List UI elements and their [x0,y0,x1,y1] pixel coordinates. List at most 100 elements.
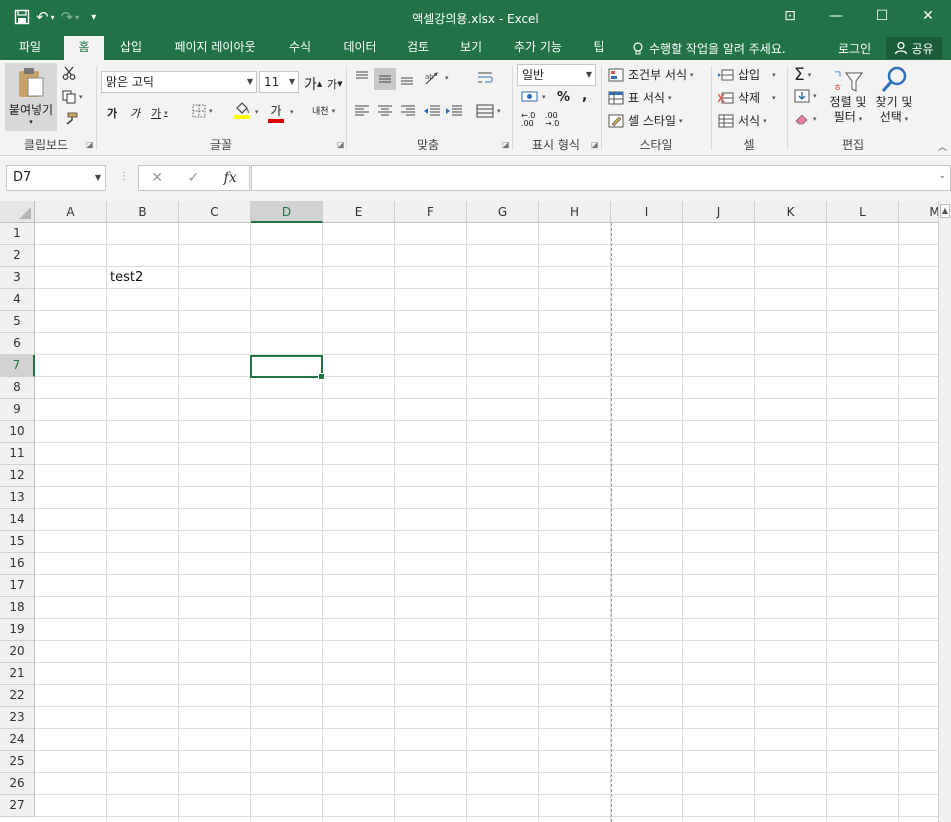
column-header-e[interactable]: E [323,201,395,223]
row-header-14[interactable]: 14 [0,509,35,531]
share-button[interactable]: 공유 [886,37,942,59]
row-header-24[interactable]: 24 [0,729,35,751]
tab-review[interactable]: 검토 [398,36,438,60]
number-format-combo[interactable]: 일반 ▼ [517,64,596,86]
fill-color-dropdown-icon[interactable]: ▾ [252,108,259,116]
confirm-entry-icon[interactable]: ✓ [187,170,199,186]
align-bottom-button[interactable] [399,70,415,86]
cell-styles-button[interactable]: 셀 스타일 ▾ [608,112,683,129]
row-header-5[interactable]: 5 [0,311,35,333]
row-header-7[interactable]: 7 [0,355,35,377]
insert-cells-button[interactable]: 삽입 ▾ [718,66,776,83]
row-header-26[interactable]: 26 [0,773,35,795]
formula-input[interactable]: ⌄ [251,165,951,191]
insert-function-icon[interactable]: fx [224,170,237,186]
cut-button[interactable] [62,66,76,80]
scroll-up-icon[interactable]: ▲ [940,204,950,218]
row-header-19[interactable]: 19 [0,619,35,641]
align-top-button[interactable] [354,70,370,86]
column-header-j[interactable]: J [683,201,755,223]
column-header-c[interactable]: C [179,201,251,223]
tab-tips[interactable]: 팁 [584,36,614,60]
align-middle-button[interactable] [374,68,396,90]
select-all-button[interactable] [0,201,35,223]
borders-button[interactable]: ▾ [192,104,213,118]
align-left-button[interactable] [354,104,370,118]
tab-data[interactable]: 데이터 [334,36,386,60]
copy-button[interactable]: ▾ [62,90,83,104]
column-header-h[interactable]: H [539,201,611,223]
active-cell-selection[interactable] [250,355,325,380]
expand-formula-bar-icon[interactable]: ⌄ [938,171,946,181]
row-header-10[interactable]: 10 [0,421,35,443]
row-header-6[interactable]: 6 [0,333,35,355]
column-header-l[interactable]: L [827,201,899,223]
fill-color-button[interactable] [234,102,250,119]
column-header-d[interactable]: D [251,201,323,223]
number-launcher-icon[interactable]: ◪ [591,140,599,149]
row-header-8[interactable]: 8 [0,377,35,399]
merge-center-button[interactable]: ▾ [476,104,501,118]
copy-dropdown-icon[interactable]: ▾ [79,93,83,101]
phonetic-dropdown-icon[interactable]: ▾ [332,107,336,115]
font-color-button[interactable]: 가 [268,102,284,123]
row-header-18[interactable]: 18 [0,597,35,619]
row-header-2[interactable]: 2 [0,245,35,267]
tab-insert[interactable]: 삽입 [110,36,152,60]
wrap-text-button[interactable] [476,70,494,86]
fill-button[interactable]: ▾ [794,89,817,103]
font-name-combo[interactable]: 맑은 고딕 ▼ [101,71,257,93]
find-select-button[interactable]: 찾기 및 선택 ▾ [872,65,916,126]
tab-add-ins[interactable]: 추가 기능 [504,36,572,60]
worksheet-grid[interactable]: ABCDEFGHIJKLM 1 2 3 4 5 6 7 8 9 10 11 12 13 14 15 16 17 1… [0,201,951,822]
column-header-b[interactable]: B [107,201,179,223]
clipboard-launcher-icon[interactable]: ◪ [86,140,94,149]
percent-style-button[interactable]: % [557,90,570,105]
row-header-20[interactable]: 20 [0,641,35,663]
phonetic-button[interactable]: 내천 ▾ [312,104,336,118]
decrease-indent-button[interactable] [423,104,441,118]
login-link[interactable]: 로그인 [838,40,871,57]
row-header-9[interactable]: 9 [0,399,35,421]
row-header-21[interactable]: 21 [0,663,35,685]
format-as-table-button[interactable]: 표 서식 ▾ [608,89,671,106]
row-header-1[interactable]: 1 [0,223,35,245]
clear-button[interactable]: ▾ [794,112,817,126]
delete-cells-button[interactable]: 삭제 ▾ [718,89,776,106]
tab-page-layout[interactable]: 페이지 레이아웃 [162,36,268,60]
increase-indent-button[interactable] [445,104,463,118]
row-header-11[interactable]: 11 [0,443,35,465]
cell-area[interactable] [35,223,951,822]
bold-button[interactable]: 가 [107,105,117,121]
minimize-button[interactable]: — [813,0,859,32]
underline-dropdown-icon[interactable]: ▾ [164,109,168,117]
cell-b3[interactable]: test2 [107,267,179,289]
column-header-i[interactable]: I [611,201,683,223]
borders-dropdown-icon[interactable]: ▾ [209,107,213,115]
grow-font-button[interactable]: 가 ▲ [304,74,322,94]
row-header-15[interactable]: 15 [0,531,35,553]
ribbon-display-options-button[interactable]: ⊡ [767,0,813,32]
row-header-23[interactable]: 23 [0,707,35,729]
tab-file[interactable]: 파일 [8,36,52,60]
clear-dropdown-icon[interactable]: ▾ [813,115,817,123]
row-header-25[interactable]: 25 [0,751,35,773]
column-header-a[interactable]: A [35,201,107,223]
underline-button[interactable]: 가 ▾ [151,105,168,121]
alignment-launcher-icon[interactable]: ◪ [502,140,510,149]
autosum-dropdown-icon[interactable]: ▾ [808,71,812,79]
row-header-22[interactable]: 22 [0,685,35,707]
tab-view[interactable]: 보기 [450,36,492,60]
row-header-17[interactable]: 17 [0,575,35,597]
row-header-12[interactable]: 12 [0,465,35,487]
row-header-4[interactable]: 4 [0,289,35,311]
column-header-f[interactable]: F [395,201,467,223]
autosum-button[interactable]: Σ ▾ [794,65,811,85]
conditional-formatting-button[interactable]: 조건부 서식 ▾ [608,66,694,83]
accounting-format-button[interactable]: ▾ [521,90,546,104]
maximize-button[interactable]: ☐ [859,0,905,32]
chevron-down-icon[interactable]: ▼ [95,166,101,190]
font-size-combo[interactable]: 11 ▼ [259,71,299,93]
column-header-k[interactable]: K [755,201,827,223]
shrink-font-button[interactable]: 가 ▼ [327,76,343,92]
